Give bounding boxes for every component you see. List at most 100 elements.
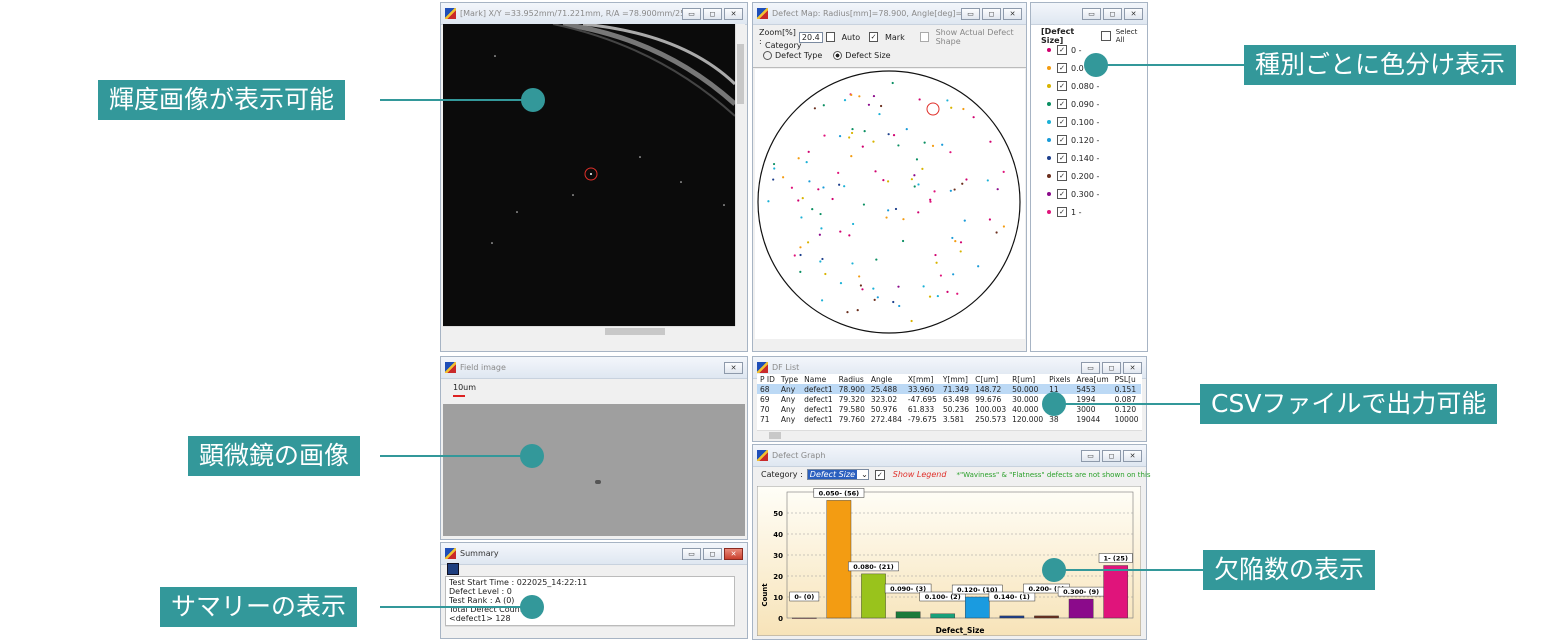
legend-label: 0.300 -	[1071, 189, 1100, 199]
app-icon	[757, 8, 768, 19]
close-button[interactable]: ✕	[724, 7, 743, 20]
minimize-button[interactable]: ▭	[682, 547, 701, 560]
defect-point	[887, 209, 890, 212]
legend-item[interactable]: ✓ 0.140 -	[1047, 149, 1099, 167]
mark-checkbox[interactable]: ✓	[869, 32, 878, 42]
column-header[interactable]: Radius	[836, 374, 868, 384]
minimize-button[interactable]: ▭	[682, 7, 701, 20]
column-header[interactable]: C[um]	[972, 374, 1009, 384]
table-row[interactable]: 70 Any defect1 79.580 50.976 61.833 50.236 100.…	[757, 404, 1141, 414]
table-cell: 50.000	[1012, 384, 1039, 394]
save-icon[interactable]	[447, 563, 459, 575]
radio-defect-type[interactable]	[763, 51, 772, 60]
close-button[interactable]: ✕	[724, 547, 743, 560]
maximize-button[interactable]: ◻	[982, 7, 1001, 20]
legend-item[interactable]: ✓ 0.080 -	[1047, 77, 1099, 95]
defect-point	[915, 158, 919, 161]
maximize-button[interactable]: ◻	[1102, 449, 1121, 462]
column-header[interactable]: Y[mm]	[940, 374, 972, 384]
callout-dot	[1042, 392, 1066, 416]
graph-category-select[interactable]: Defect Size ⌄	[806, 469, 869, 480]
legend-checkbox[interactable]: ✓	[1057, 171, 1067, 181]
defect-graph-titlebar[interactable]: Defect Graph ▭ ◻ ✕	[753, 445, 1146, 467]
summary-hscroll[interactable]	[445, 626, 735, 636]
legend-label: 0.100 -	[1071, 117, 1100, 127]
legend-item[interactable]: ✓ 0.200 -	[1047, 167, 1099, 185]
show-shape-checkbox[interactable]	[919, 32, 929, 42]
legend-checkbox[interactable]: ✓	[1057, 117, 1067, 127]
y-tick-label: 20	[773, 573, 783, 581]
radio-defect-size[interactable]	[833, 51, 843, 60]
mark-hscroll[interactable]	[443, 326, 735, 336]
maximize-button[interactable]: ◻	[1102, 361, 1121, 374]
legend-item[interactable]: ✓ 0.300 -	[1047, 185, 1099, 203]
legend-titlebar[interactable]: ▭ ◻ ✕	[1031, 3, 1147, 25]
legend-item[interactable]: ✓ 1 -	[1047, 203, 1099, 221]
legend-checkbox[interactable]: ✓	[1057, 99, 1067, 109]
zoom-input[interactable]: 20.4	[798, 31, 823, 43]
legend-checkbox[interactable]: ✓	[1057, 63, 1067, 73]
defect-point	[800, 216, 803, 219]
column-header[interactable]: Type	[778, 374, 801, 384]
table-row[interactable]: 71 Any defect1 79.760 272.484 -79.675 3.581 250…	[757, 414, 1141, 424]
close-button[interactable]: ✕	[1123, 449, 1142, 462]
defect-point	[808, 180, 811, 183]
column-header[interactable]: R[um]	[1009, 374, 1046, 384]
minimize-button[interactable]: ▭	[961, 7, 980, 20]
defect-map-titlebar[interactable]: Defect Map: Radius[mm]=78.900, Angle[deg…	[753, 3, 1026, 25]
close-button[interactable]: ✕	[1123, 361, 1142, 374]
legend-label: 0.080 -	[1071, 81, 1100, 91]
summary-titlebar[interactable]: Summary ▭ ◻ ✕	[441, 543, 747, 565]
graph-note: *"Waviness" & "Flatness" defects are not…	[956, 470, 1151, 479]
mark-vscroll[interactable]	[735, 24, 745, 326]
df-list-hscroll[interactable]	[757, 430, 1142, 440]
legend-label: 0.0	[1071, 63, 1084, 73]
defect-point	[954, 240, 957, 243]
callout-color-coding: 種別ごとに色分け表示	[1244, 45, 1517, 85]
select-all-checkbox[interactable]	[1101, 31, 1111, 41]
minimize-button[interactable]: ▭	[1081, 361, 1100, 374]
maximize-button[interactable]: ◻	[703, 547, 722, 560]
column-header[interactable]: Pixels	[1046, 374, 1073, 384]
column-header[interactable]: P ID	[757, 374, 778, 384]
defect-point	[861, 288, 864, 291]
column-header[interactable]: Area[um	[1073, 374, 1111, 384]
mark-titlebar[interactable]: [Mark] X/Y =33.952mm/71.221mm, R/A =78.9…	[441, 3, 747, 25]
defect-point	[805, 161, 808, 164]
table-cell: 79.760	[838, 414, 865, 424]
table-row[interactable]: 68 Any defect1 78.900 25.488 33.960 71.349 148.…	[757, 384, 1142, 394]
auto-checkbox[interactable]	[825, 32, 835, 42]
defect-point	[772, 178, 775, 181]
defect-point	[963, 219, 966, 222]
table-cell: 120.000	[1012, 414, 1044, 424]
defect-point	[856, 309, 859, 312]
close-button[interactable]: ✕	[724, 361, 743, 374]
legend-item[interactable]: ✓ 0.090 -	[1047, 95, 1099, 113]
minimize-button[interactable]: ▭	[1082, 7, 1101, 20]
legend-checkbox[interactable]: ✓	[1057, 153, 1067, 163]
defect-point	[917, 183, 920, 186]
app-icon	[757, 362, 768, 373]
column-header[interactable]: PSL[u	[1112, 374, 1142, 384]
show-legend-checkbox[interactable]: ✓	[874, 469, 885, 480]
defect-point	[848, 136, 851, 139]
minimize-button[interactable]: ▭	[1081, 449, 1100, 462]
close-button[interactable]: ✕	[1124, 7, 1143, 20]
legend-checkbox[interactable]: ✓	[1057, 135, 1067, 145]
table-cell: 250.573	[975, 414, 1007, 424]
column-header[interactable]: Name	[801, 374, 835, 384]
legend-item[interactable]: ✓ 0.120 -	[1047, 131, 1099, 149]
legend-checkbox[interactable]: ✓	[1057, 207, 1067, 217]
field-image-titlebar[interactable]: Field image ✕	[441, 357, 747, 379]
close-button[interactable]: ✕	[1003, 7, 1022, 20]
column-header[interactable]: Angle	[868, 374, 905, 384]
legend-checkbox[interactable]: ✓	[1057, 189, 1067, 199]
maximize-button[interactable]: ◻	[1103, 7, 1122, 20]
legend-item[interactable]: ✓ 0.100 -	[1047, 113, 1099, 131]
legend-checkbox[interactable]: ✓	[1057, 45, 1067, 55]
legend-checkbox[interactable]: ✓	[1057, 81, 1067, 91]
defect-map-title: Defect Map: Radius[mm]=78.900, Angle[deg…	[772, 9, 961, 18]
column-header[interactable]: X[mm]	[905, 374, 940, 384]
table-cell: 5453	[1076, 384, 1096, 394]
maximize-button[interactable]: ◻	[703, 7, 722, 20]
